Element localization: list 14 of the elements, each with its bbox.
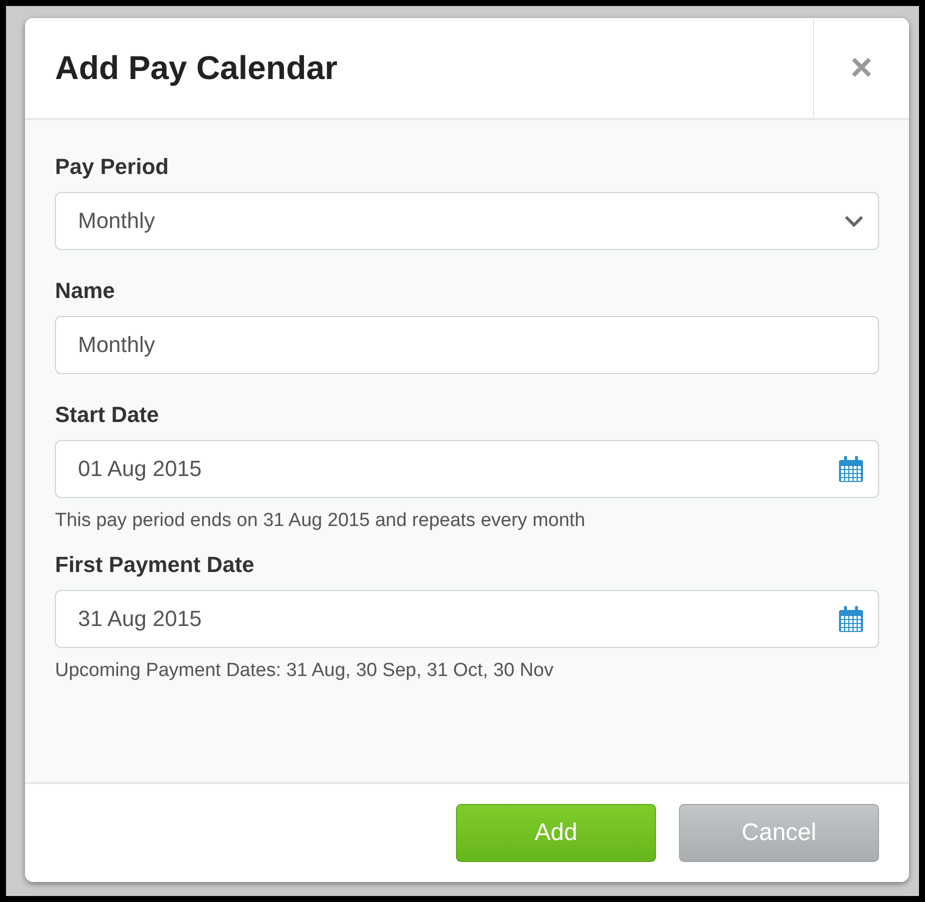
help-text: This pay period ends on 31 Aug 2015 and repeats every month — [55, 510, 586, 532]
calendar-icon[interactable] — [838, 455, 864, 483]
field-label: Start Date — [55, 402, 160, 428]
field-label: Pay Period — [55, 154, 170, 180]
calendar-icon[interactable] — [838, 605, 864, 633]
help-text: Upcoming Payment Dates: 31 Aug, 30 Sep, 31 Oct, 30 Nov — [55, 660, 554, 682]
input-field[interactable]: Monthly — [55, 316, 879, 374]
select-field[interactable]: Monthly — [55, 192, 879, 250]
dialog-title: Add Pay Calendar — [54, 48, 338, 88]
field-label: First Payment Date — [55, 552, 256, 578]
field-label: Name — [55, 278, 116, 304]
date-field[interactable]: 01 Aug 2015 — [55, 440, 879, 498]
date-field[interactable]: 31 Aug 2015 — [55, 590, 879, 648]
chevron-down-icon — [844, 215, 864, 227]
